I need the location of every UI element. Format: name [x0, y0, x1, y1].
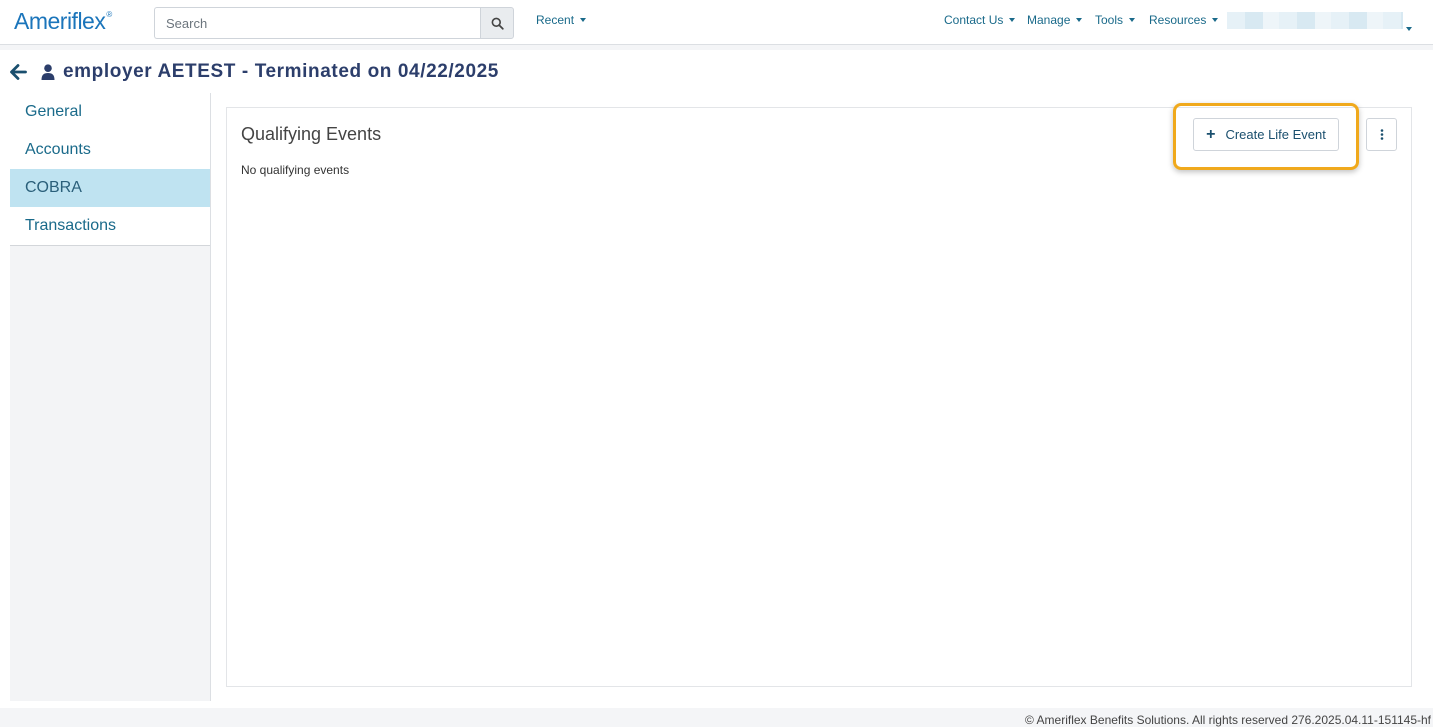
- user-icon: [41, 64, 55, 80]
- top-navbar: Ameriflex ® Recent Contact Us Manage Too…: [0, 0, 1433, 45]
- nav-recent-dropdown[interactable]: Recent: [536, 13, 587, 27]
- ameriflex-logo[interactable]: Ameriflex ®: [14, 8, 112, 36]
- nav-manage-label: Manage: [1027, 13, 1071, 27]
- page-header: employer AETEST - Terminated on 04/22/20…: [10, 60, 499, 84]
- nav-recent-label: Recent: [536, 13, 575, 27]
- nav-contact-us-dropdown[interactable]: Contact Us: [944, 13, 1016, 27]
- page-container: employer AETEST - Terminated on 04/22/20…: [0, 50, 1433, 708]
- chevron-down-icon: [1009, 18, 1016, 22]
- nav-tools-dropdown[interactable]: Tools: [1095, 13, 1136, 27]
- chevron-down-icon: [580, 18, 587, 22]
- section-title: Qualifying Events: [241, 124, 382, 144]
- search-icon: [491, 17, 504, 30]
- registered-mark: ®: [106, 10, 112, 19]
- chevron-down-icon: [1076, 18, 1083, 22]
- more-options-button[interactable]: [1366, 118, 1397, 151]
- user-menu-toggle[interactable]: [1406, 18, 1412, 36]
- empty-state-message: No qualifying events: [241, 163, 350, 177]
- logo-text: Ameriflex: [14, 8, 106, 34]
- sidebar-item-transactions[interactable]: Transactions: [10, 207, 210, 245]
- search-input[interactable]: [154, 7, 480, 39]
- sidebar-item-cobra[interactable]: COBRA: [10, 169, 210, 207]
- sidebar: General Accounts COBRA Transactions: [10, 93, 211, 701]
- create-life-event-button[interactable]: + Create Life Event: [1193, 118, 1339, 151]
- sidebar-item-label: Transactions: [25, 217, 116, 234]
- sidebar-item-accounts[interactable]: Accounts: [10, 131, 210, 169]
- qualifying-events-card: Qualifying Events No qualifying events +…: [226, 103, 1412, 687]
- nav-manage-dropdown[interactable]: Manage: [1027, 13, 1083, 27]
- sidebar-item-general[interactable]: General: [10, 93, 210, 131]
- nav-contact-us-label: Contact Us: [944, 13, 1004, 27]
- nav-resources-label: Resources: [1149, 13, 1207, 27]
- user-menu-redacted[interactable]: [1227, 12, 1403, 29]
- search-button[interactable]: [480, 7, 514, 39]
- nav-resources-dropdown[interactable]: Resources: [1149, 13, 1219, 27]
- chevron-down-icon: [1212, 18, 1219, 22]
- create-life-event-label: Create Life Event: [1225, 127, 1326, 142]
- plus-icon: +: [1206, 125, 1216, 143]
- sidebar-item-label: General: [25, 103, 82, 120]
- sidebar-item-label: Accounts: [25, 141, 91, 158]
- sidebar-item-label: COBRA: [25, 179, 82, 196]
- vertical-ellipsis-icon: [1380, 129, 1383, 140]
- back-arrow-icon[interactable]: [10, 64, 27, 80]
- footer-copyright: © Ameriflex Benefits Solutions. All righ…: [1025, 713, 1431, 727]
- page-title: employer AETEST - Terminated on 04/22/20…: [63, 61, 499, 82]
- chevron-down-icon: [1129, 18, 1136, 22]
- search-group: [154, 7, 514, 39]
- chevron-down-icon: [1406, 27, 1412, 31]
- nav-tools-label: Tools: [1095, 13, 1124, 27]
- sidebar-nav: General Accounts COBRA Transactions: [10, 93, 210, 246]
